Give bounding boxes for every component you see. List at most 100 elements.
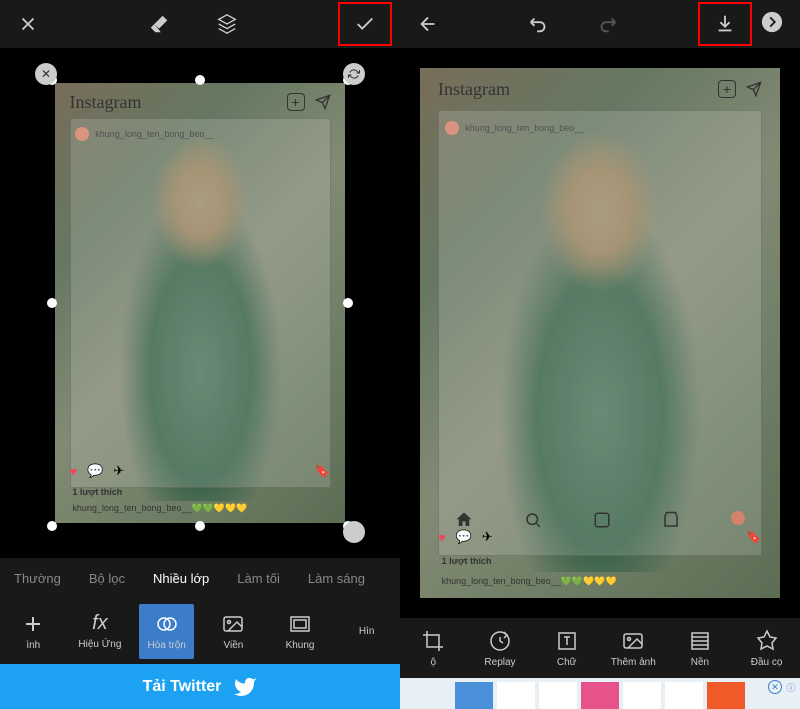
handle-bot-mid[interactable] [195,521,205,531]
handle-top-mid[interactable] [195,75,205,85]
tool-row-right: ộ Replay Chữ Thêm ảnh Nền Đầu cọ [400,618,800,678]
addimage-icon [621,629,645,653]
close-button[interactable] [8,4,48,44]
tool-border[interactable]: Viền [206,612,260,651]
ad-product-1 [455,682,493,709]
ad-banner-products[interactable]: ✕ ⓘ [400,678,800,709]
plus-icon: + [718,80,736,98]
tool-shape[interactable]: Hìn [340,626,394,637]
checkmark-icon [354,13,376,35]
tool-text[interactable]: Chữ [540,629,594,668]
frame-icon [288,612,312,636]
instagram-actions: ♥ 💬 ✈ 🔖 [438,529,762,545]
eraser-icon [148,13,170,35]
tab-lighten[interactable]: Làm sáng [294,571,379,586]
tool-crop[interactable]: ộ [406,629,460,668]
undo-button[interactable] [519,4,559,44]
tool-addimage[interactable]: Thêm ảnh [606,629,660,668]
topbar-left [0,0,400,48]
background-icon [688,629,712,653]
comment-icon: 💬 [87,463,103,479]
arrow-right-circle-icon [761,11,783,33]
send-icon [746,81,762,97]
mode-tabs: Thường Bộ lọc Nhiều lớp Làm tối Làm sáng [0,558,400,598]
ad-product-6 [665,682,703,709]
ad-close-button[interactable]: ✕ [768,680,782,694]
redo-icon [596,13,618,35]
likes-text: 1 lượt thích [442,556,492,566]
screen-right-main: Instagram + khung_long_ten_bong_beo__ ♥ … [400,0,800,709]
screen-left-editing: Instagram + khung_long_ten_bong_beo__ ♥ … [0,0,400,709]
tool-blend[interactable]: Hòa trộn [139,604,193,659]
caption-text: khung_long_ten_bong_beo__💚💚💛💛💛 [72,503,247,514]
ad-banner-twitter[interactable]: Tải Twitter [0,664,400,709]
instagram-frame-overlay [70,118,331,488]
ad-info-button[interactable]: ⓘ [784,680,798,694]
send-icon [315,94,331,110]
confirm-button[interactable] [338,2,392,46]
tab-darken[interactable]: Làm tối [223,571,294,586]
instagram-header: Instagram + [70,92,331,113]
layers-button[interactable] [207,4,247,44]
handle-bot-left[interactable] [47,521,57,531]
instagram-frame-overlay [438,110,762,555]
rotate-button[interactable] [343,63,365,85]
handle-mid-right[interactable] [343,298,353,308]
replay-icon [488,629,512,653]
topbar-right [400,0,800,48]
handle-mid-left[interactable] [47,298,57,308]
shop-icon [662,511,680,529]
tab-normal[interactable]: Thường [0,571,75,586]
tool-effects[interactable]: fx Hiệu Ứng [73,612,127,650]
arrow-left-icon [417,13,439,35]
tool-add[interactable]: ình [6,612,60,651]
download-button[interactable] [698,2,752,46]
bookmark-icon: 🔖 [746,529,762,545]
tool-frame[interactable]: Khung [273,612,327,651]
download-icon [714,13,736,35]
instagram-logo: Instagram [70,92,142,113]
likes-text: 1 lượt thích [72,487,122,497]
canvas-area[interactable]: Instagram + khung_long_ten_bong_beo__ ♥ … [0,48,400,558]
rotate-icon [348,68,360,80]
bookmark-icon: 🔖 [314,463,330,479]
ad-product-5 [623,682,661,709]
tool-brush[interactable]: Đầu cọ [740,629,794,668]
tab-filter[interactable]: Bộ lọc [75,571,139,586]
instagram-logo: Instagram [438,79,510,100]
eraser-button[interactable] [139,4,179,44]
back-button[interactable] [408,4,448,44]
search-icon [524,511,542,529]
ad-text: Tải Twitter [143,678,222,696]
profile-icon [731,511,745,525]
blend-icon [155,612,179,636]
canvas-area-right[interactable]: Instagram + khung_long_ten_bong_beo__ ♥ … [400,48,800,618]
close-icon [17,13,39,35]
reels-icon [593,511,611,529]
undo-icon [528,13,550,35]
tool-replay[interactable]: Replay [473,629,527,668]
ad-product-4 [581,682,619,709]
home-icon [455,511,473,529]
next-button[interactable] [752,2,792,42]
share-icon: ✈ [482,529,493,545]
result-photo[interactable]: Instagram + khung_long_ten_bong_beo__ ♥ … [420,68,780,598]
instagram-actions: ♥ 💬 ✈ 🔖 [70,463,331,479]
ad-product-3 [539,682,577,709]
heart-icon: ♥ [70,464,78,479]
redo-button[interactable] [587,4,627,44]
brush-icon [755,629,779,653]
plus-icon [21,612,45,636]
image-icon [221,612,245,636]
crop-icon [421,629,445,653]
heart-icon: ♥ [438,530,446,545]
delete-layer-button[interactable]: ✕ [35,63,57,85]
tool-background[interactable]: Nền [673,629,727,668]
scale-button[interactable] [343,521,365,543]
tab-layers[interactable]: Nhiều lớp [139,571,223,586]
ad-product-7 [707,682,745,709]
edited-photo[interactable]: Instagram + khung_long_ten_bong_beo__ ♥ … [55,83,345,523]
ad-product-2 [497,682,535,709]
text-icon [555,629,579,653]
instagram-header: Instagram + [438,79,762,100]
